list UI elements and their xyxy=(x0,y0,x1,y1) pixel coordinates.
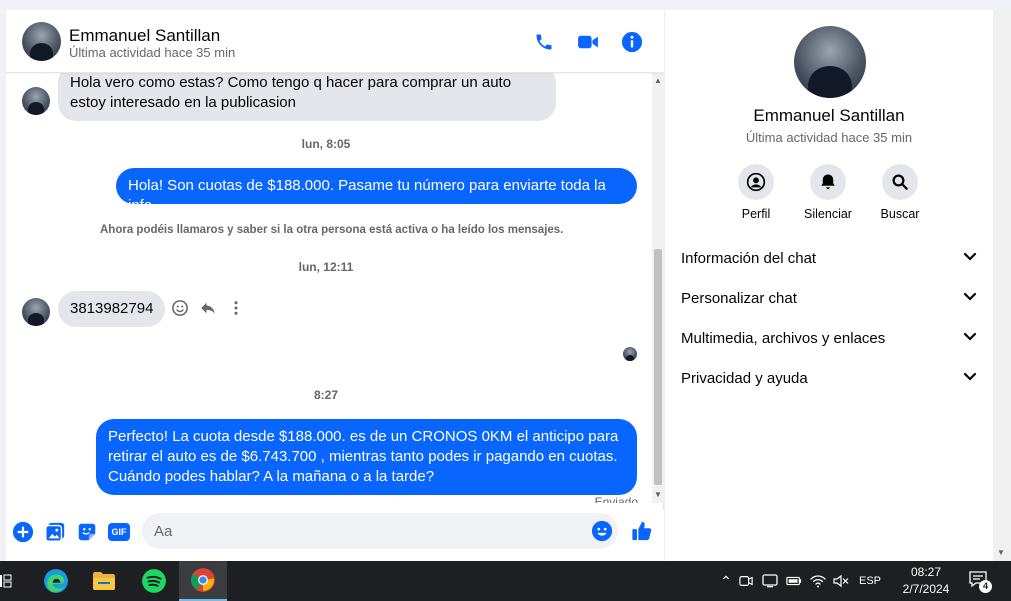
chat-panel: Emmanuel Santillan Última actividad hace… xyxy=(6,10,664,561)
notifications-icon[interactable]: 4 xyxy=(968,570,992,593)
window-scrollbar[interactable]: ▼ xyxy=(993,10,1011,561)
chevron-down-icon xyxy=(963,249,977,267)
info-icon[interactable] xyxy=(620,30,644,54)
search-label: Buscar xyxy=(880,207,920,221)
section-media-files-links[interactable]: Multimedia, archivos y enlaces xyxy=(673,318,985,358)
edge-taskbar-icon[interactable] xyxy=(32,561,80,601)
search-button[interactable]: Buscar xyxy=(870,164,930,221)
sticker-icon[interactable] xyxy=(75,520,99,544)
info-contact-status: Última actividad hace 35 min xyxy=(745,130,913,145)
chrome-taskbar-icon[interactable] xyxy=(179,561,227,601)
language-indicator[interactable]: ESP xyxy=(852,575,888,587)
phone-icon[interactable] xyxy=(532,30,556,54)
contact-profile-picture[interactable] xyxy=(794,26,866,98)
search-icon xyxy=(882,164,918,200)
timestamp: 8:27 xyxy=(313,388,339,402)
display-icon[interactable] xyxy=(758,574,782,588)
gif-label: GIF xyxy=(108,523,130,541)
timestamp: lun, 12:11 xyxy=(298,260,354,274)
scroll-thumb[interactable] xyxy=(654,249,662,485)
photo-icon[interactable] xyxy=(43,520,67,544)
chevron-down-icon xyxy=(963,369,977,387)
emoji-icon[interactable] xyxy=(590,519,614,543)
clock-time: 08:27 xyxy=(910,565,942,579)
timestamp: lun, 8:05 xyxy=(301,137,351,151)
profile-label: Perfil xyxy=(741,207,771,221)
message-avatar[interactable] xyxy=(22,87,50,115)
chat-info-panel: Emmanuel Santillan Última actividad hace… xyxy=(665,10,993,561)
reply-icon[interactable] xyxy=(199,299,219,319)
contact-status: Última actividad hace 35 min xyxy=(69,45,236,60)
contact-name[interactable]: Emmanuel Santillan xyxy=(69,26,220,46)
chevron-up-icon[interactable]: ⌃ xyxy=(718,573,734,590)
incoming-message[interactable]: 3813982794 xyxy=(58,291,166,327)
chat-scrollbar[interactable]: ▲ ▼ xyxy=(652,73,664,503)
chevron-down-icon xyxy=(963,289,977,307)
message-avatar[interactable] xyxy=(22,298,50,326)
incoming-message[interactable]: Hola vero como estas? Como tengo q hacer… xyxy=(58,73,556,121)
scroll-down-icon[interactable]: ▼ xyxy=(654,491,662,499)
task-view-icon[interactable] xyxy=(0,573,12,589)
outgoing-message[interactable]: Perfecto! La cuota desde $188.000. es de… xyxy=(96,419,637,495)
outgoing-message[interactable]: Hola! Son cuotas de $188.000. Pasame tu … xyxy=(116,168,637,214)
bell-icon xyxy=(810,164,846,200)
message-list[interactable]: Hola vero como estas? Como tengo q hacer… xyxy=(6,73,652,503)
mute-button[interactable]: Silenciar xyxy=(798,164,858,221)
window-scroll-down-icon[interactable]: ▼ xyxy=(997,548,1005,557)
section-chat-info[interactable]: Información del chat xyxy=(673,238,985,278)
windows-taskbar: ⌃ ESP 08:27 2/7/2024 4 xyxy=(0,561,1011,601)
gif-icon[interactable]: GIF xyxy=(107,520,131,544)
scroll-up-icon[interactable]: ▲ xyxy=(654,77,662,85)
system-notice: Ahora podéis llamaros y saber si la otra… xyxy=(100,224,564,236)
section-label: Multimedia, archivos y enlaces xyxy=(681,329,886,347)
section-privacy-help[interactable]: Privacidad y ayuda xyxy=(673,358,985,398)
profile-icon xyxy=(738,164,774,200)
contact-avatar[interactable] xyxy=(22,22,61,61)
clock-date: 2/7/2024 xyxy=(902,582,950,596)
delivery-status: Enviado xyxy=(594,495,638,503)
chevron-down-icon xyxy=(963,329,977,347)
wifi-icon[interactable] xyxy=(806,574,830,588)
info-contact-name: Emmanuel Santillan xyxy=(753,106,905,125)
section-label: Personalizar chat xyxy=(681,289,797,307)
add-icon[interactable] xyxy=(11,520,35,544)
section-label: Privacidad y ayuda xyxy=(681,369,808,387)
top-strip xyxy=(0,0,1011,10)
taskbar-clock[interactable]: 08:27 2/7/2024 xyxy=(890,564,962,598)
volume-muted-icon[interactable] xyxy=(830,574,852,588)
video-icon[interactable] xyxy=(576,30,600,54)
message-input[interactable] xyxy=(142,513,618,549)
battery-icon[interactable] xyxy=(782,575,806,587)
system-tray: ⌃ ESP xyxy=(718,561,888,601)
profile-button[interactable]: Perfil xyxy=(726,164,786,221)
mute-label: Silenciar xyxy=(804,207,852,221)
more-icon[interactable] xyxy=(228,299,244,319)
section-label: Información del chat xyxy=(681,249,817,267)
composer: GIF xyxy=(6,510,664,561)
react-icon[interactable] xyxy=(171,299,191,319)
thumbs-up-icon[interactable] xyxy=(630,519,654,543)
spotify-taskbar-icon[interactable] xyxy=(130,561,178,601)
seen-avatar-icon xyxy=(623,347,637,361)
notification-badge: 4 xyxy=(979,580,992,593)
file-explorer-taskbar-icon[interactable] xyxy=(80,561,128,601)
section-customize-chat[interactable]: Personalizar chat xyxy=(673,278,985,318)
meet-now-icon[interactable] xyxy=(734,574,758,588)
chat-header: Emmanuel Santillan Última actividad hace… xyxy=(6,10,664,73)
